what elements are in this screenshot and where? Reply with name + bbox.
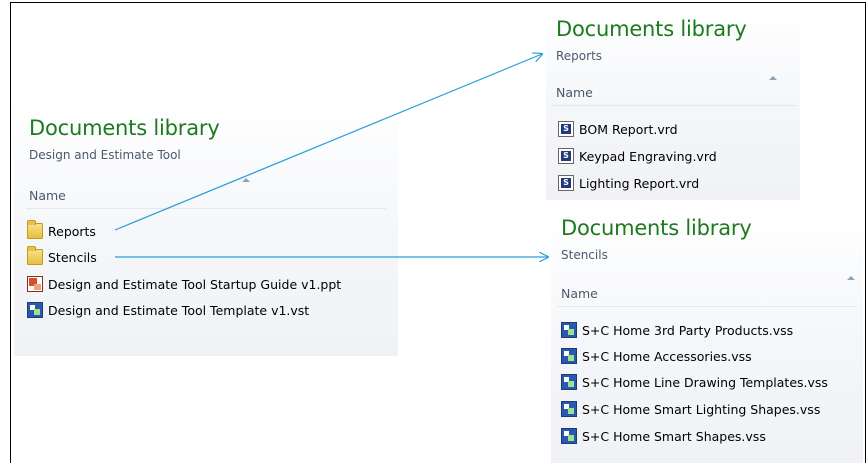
visio-template-icon (27, 302, 43, 318)
report-file-icon (558, 175, 574, 191)
sort-ascending-icon (242, 178, 250, 182)
header-divider (557, 306, 857, 307)
library-title: Documents library (29, 116, 220, 140)
file-label: Design and Estimate Tool Template v1.vst (48, 302, 310, 318)
file-label: S+C Home Smart Lighting Shapes.vss (582, 401, 821, 417)
library-subtitle: Reports (556, 49, 603, 63)
report-file-icon (558, 121, 574, 137)
file-item-smart-lighting-shapes[interactable]: S+C Home Smart Lighting Shapes.vss (561, 401, 820, 417)
library-panel-design-and-estimate-tool: Documents library Design and Estimate To… (14, 96, 398, 356)
report-file-icon (558, 148, 574, 164)
file-label: Keypad Engraving.vrd (579, 148, 717, 164)
file-item-smart-shapes[interactable]: S+C Home Smart Shapes.vss (561, 428, 766, 444)
library-title: Documents library (556, 17, 747, 41)
file-item-3rd-party-products[interactable]: S+C Home 3rd Party Products.vss (561, 322, 793, 338)
folder-item-reports[interactable]: Reports (27, 220, 96, 239)
header-divider (26, 208, 386, 209)
file-label: BOM Report.vrd (579, 121, 678, 137)
file-label: S+C Home Line Drawing Templates.vss (582, 374, 828, 390)
library-title: Documents library (561, 216, 752, 240)
sort-ascending-icon (847, 276, 855, 280)
powerpoint-file-icon (27, 276, 43, 292)
file-item-startup-guide[interactable]: Design and Estimate Tool Startup Guide v… (27, 276, 341, 292)
file-label: S+C Home Smart Shapes.vss (582, 428, 766, 444)
library-subtitle: Design and Estimate Tool (29, 148, 181, 162)
file-label: S+C Home Accessories.vss (582, 348, 752, 364)
library-panel-stencils: Documents library Stencils Name S+C Home… (551, 208, 863, 463)
visio-stencil-icon (561, 348, 577, 364)
visio-stencil-icon (561, 374, 577, 390)
file-label: Reports (48, 223, 96, 239)
file-label: Design and Estimate Tool Startup Guide v… (48, 276, 342, 292)
name-column-header[interactable]: Name (561, 286, 598, 301)
file-item-bom-report[interactable]: BOM Report.vrd (558, 121, 678, 137)
library-subtitle: Stencils (561, 248, 608, 262)
visio-stencil-icon (561, 401, 577, 417)
file-item-keypad-engraving[interactable]: Keypad Engraving.vrd (558, 148, 717, 164)
file-label: S+C Home 3rd Party Products.vss (582, 322, 794, 338)
header-divider (552, 105, 796, 106)
file-label: Stencils (48, 249, 97, 265)
folder-icon (27, 246, 43, 265)
folder-icon (27, 220, 43, 239)
folder-item-stencils[interactable]: Stencils (27, 246, 97, 265)
name-column-header[interactable]: Name (556, 85, 593, 100)
file-item-lighting-report[interactable]: Lighting Report.vrd (558, 175, 699, 191)
file-item-line-drawing-templates[interactable]: S+C Home Line Drawing Templates.vss (561, 374, 828, 390)
visio-stencil-icon (561, 322, 577, 338)
sort-ascending-icon (769, 76, 777, 80)
file-item-template[interactable]: Design and Estimate Tool Template v1.vst (27, 302, 309, 318)
visio-stencil-icon (561, 428, 577, 444)
file-item-accessories[interactable]: S+C Home Accessories.vss (561, 348, 752, 364)
name-column-header[interactable]: Name (29, 188, 66, 203)
library-panel-reports: Documents library Reports Name BOM Repor… (546, 5, 800, 200)
file-label: Lighting Report.vrd (579, 175, 700, 191)
